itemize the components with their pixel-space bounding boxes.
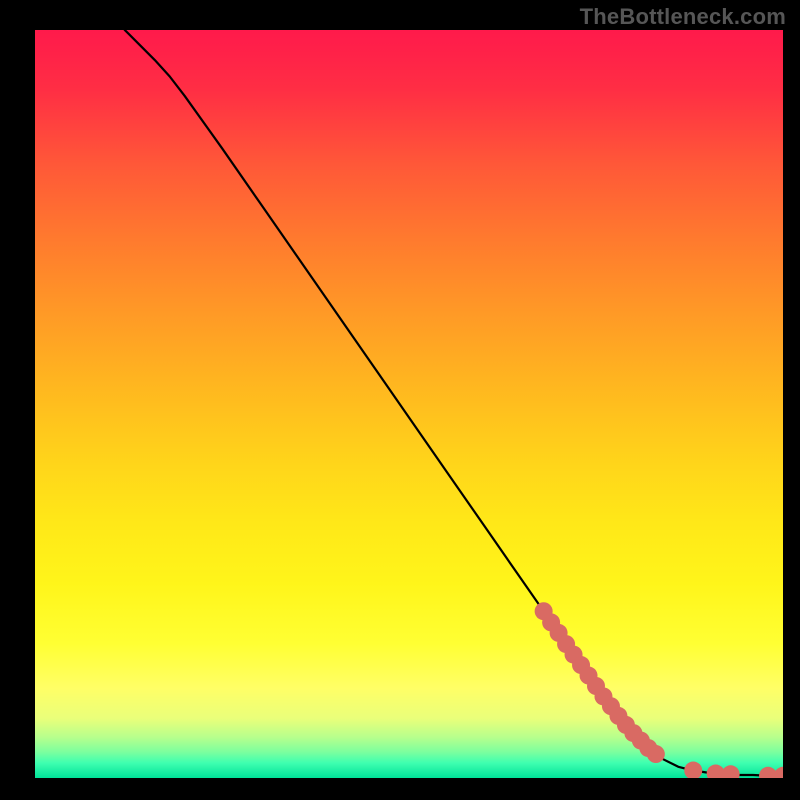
markers-group	[535, 602, 783, 778]
marker-point	[774, 767, 783, 778]
marker-point	[722, 765, 740, 778]
attribution-label: TheBottleneck.com	[580, 4, 786, 30]
chart-overlay	[35, 30, 783, 778]
curve-line	[125, 30, 783, 776]
chart-frame: TheBottleneck.com	[0, 0, 800, 800]
marker-point	[647, 745, 665, 763]
marker-point	[684, 762, 702, 778]
plot-area	[35, 30, 783, 778]
